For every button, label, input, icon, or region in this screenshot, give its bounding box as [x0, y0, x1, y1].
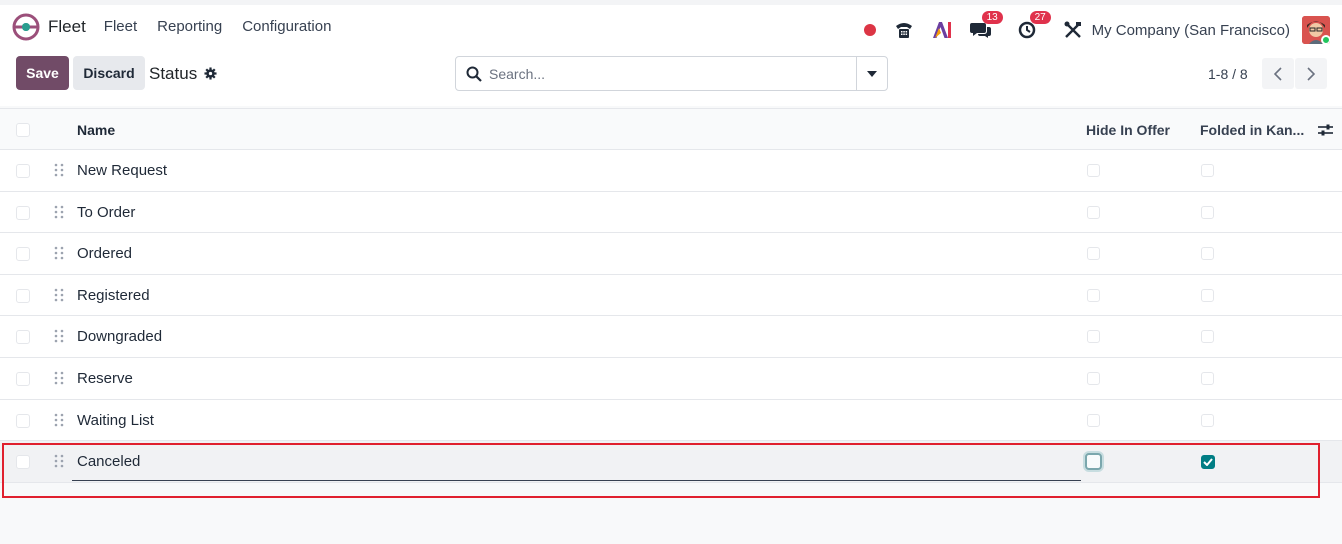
- save-button[interactable]: Save: [16, 56, 69, 90]
- search-options-toggle[interactable]: [856, 57, 887, 90]
- row-name[interactable]: Reserve: [77, 370, 133, 387]
- table-row[interactable]: New Request: [0, 150, 1342, 192]
- company-switcher[interactable]: My Company (San Francisco): [1092, 22, 1290, 39]
- menu-item-fleet[interactable]: Fleet: [104, 18, 137, 35]
- row-select-checkbox[interactable]: [16, 330, 30, 345]
- table-row[interactable]: Registered: [0, 274, 1342, 317]
- top-navbar: Fleet Fleet Reporting Configuration 13 2…: [0, 0, 1342, 48]
- tools-icon: [1064, 21, 1081, 38]
- app-name: Fleet: [48, 16, 86, 36]
- folded-in-kanban-checkbox[interactable]: [1201, 247, 1214, 261]
- row-select-checkbox[interactable]: [16, 371, 30, 386]
- menu-item-configuration[interactable]: Configuration: [242, 18, 331, 35]
- table-row[interactable]: Ordered: [0, 233, 1342, 275]
- row-select-checkbox[interactable]: [16, 288, 30, 303]
- messages-button[interactable]: 13: [969, 11, 1003, 39]
- clock-icon: [1018, 21, 1035, 39]
- hide-in-offer-checkbox[interactable]: [1087, 288, 1100, 302]
- chevron-right-icon: [1307, 66, 1315, 81]
- hide-in-offer-checkbox[interactable]: [1087, 371, 1100, 385]
- folded-in-kanban-checkbox[interactable]: [1201, 205, 1214, 219]
- row-name[interactable]: Canceled: [77, 453, 140, 470]
- hide-in-offer-checkbox[interactable]: [1087, 330, 1100, 344]
- row-name[interactable]: Downgraded: [77, 328, 162, 345]
- folded-in-kanban-checkbox[interactable]: [1201, 288, 1214, 302]
- debug-tools-button[interactable]: [1064, 21, 1082, 39]
- hide-in-offer-checkbox[interactable]: [1087, 164, 1100, 177]
- row-name[interactable]: Registered: [77, 287, 150, 304]
- activities-count-badge: 27: [1029, 11, 1051, 24]
- folded-in-kanban-checkbox[interactable]: [1201, 413, 1214, 427]
- ai-icon: [932, 22, 951, 38]
- phone-icon: [895, 23, 912, 38]
- folded-in-kanban-checkbox[interactable]: [1201, 164, 1214, 177]
- table-header: Name Hide In Offer Folded in Kan...: [0, 108, 1342, 150]
- drag-handle-icon[interactable]: [54, 205, 64, 219]
- table-row[interactable]: Reserve: [0, 357, 1342, 400]
- checkmark-icon: [1203, 458, 1213, 467]
- table-row[interactable]: Canceled: [0, 441, 1342, 483]
- row-name[interactable]: Ordered: [77, 245, 132, 262]
- online-status-dot: [1321, 35, 1330, 44]
- fleet-app-icon: [12, 13, 40, 40]
- menu-item-reporting[interactable]: Reporting: [157, 18, 222, 35]
- row-name[interactable]: To Order: [77, 204, 135, 221]
- chevron-left-icon: [1274, 66, 1282, 81]
- drag-handle-icon[interactable]: [54, 329, 64, 343]
- table-row[interactable]: To Order: [0, 191, 1342, 234]
- app-brand[interactable]: Fleet: [12, 13, 86, 41]
- column-header-hide-in-offer[interactable]: Hide In Offer: [1086, 122, 1170, 138]
- drag-handle-icon[interactable]: [54, 454, 64, 468]
- hide-in-offer-checkbox[interactable]: [1087, 413, 1100, 427]
- hide-in-offer-checkbox[interactable]: [1085, 453, 1102, 471]
- search-bar: [455, 56, 888, 91]
- row-name[interactable]: New Request: [77, 162, 167, 179]
- row-select-checkbox[interactable]: [16, 164, 30, 178]
- gear-icon[interactable]: [204, 67, 217, 80]
- folded-in-kanban-checkbox[interactable]: [1201, 371, 1214, 385]
- drag-handle-icon[interactable]: [54, 288, 64, 302]
- search-icon: [466, 66, 482, 82]
- pager-value[interactable]: 1-8 / 8: [1208, 66, 1248, 82]
- search-input[interactable]: [489, 63, 849, 85]
- drag-handle-icon[interactable]: [54, 163, 64, 177]
- table-body: New Request To Order Ordered Registered Down…: [0, 150, 1342, 483]
- pager-previous-button[interactable]: [1262, 58, 1294, 89]
- hide-in-offer-checkbox[interactable]: [1087, 247, 1100, 261]
- table-row[interactable]: Downgraded: [0, 316, 1342, 358]
- name-input-underline: [72, 480, 1081, 482]
- row-select-checkbox[interactable]: [16, 247, 30, 262]
- column-header-name[interactable]: Name: [77, 122, 115, 138]
- pager-next-button[interactable]: [1295, 58, 1327, 89]
- caret-down-icon: [867, 70, 877, 77]
- list-view: Name Hide In Offer Folded in Kan... New …: [0, 108, 1342, 483]
- select-all-checkbox[interactable]: [16, 123, 30, 137]
- activities-button[interactable]: 27: [1018, 11, 1051, 39]
- messages-count-badge: 13: [981, 11, 1003, 24]
- optional-columns-icon[interactable]: [1318, 123, 1333, 137]
- row-select-checkbox[interactable]: [16, 205, 30, 220]
- folded-in-kanban-checkbox[interactable]: [1201, 455, 1215, 470]
- ai-button[interactable]: [932, 21, 952, 39]
- recording-indicator[interactable]: [863, 24, 876, 36]
- column-header-folded[interactable]: Folded in Kan...: [1200, 122, 1304, 138]
- control-panel: Save Discard Status 1-8 / 8: [0, 48, 1342, 106]
- row-select-checkbox[interactable]: [16, 455, 30, 470]
- record-dot-icon: [863, 24, 876, 36]
- drag-handle-icon[interactable]: [54, 246, 64, 260]
- systray: 13 27 My Company (San Francisco): [846, 10, 1330, 50]
- folded-in-kanban-checkbox[interactable]: [1201, 330, 1214, 344]
- hide-in-offer-checkbox[interactable]: [1087, 205, 1100, 219]
- row-name[interactable]: Waiting List: [77, 412, 154, 429]
- drag-handle-icon[interactable]: [54, 371, 64, 385]
- discard-button[interactable]: Discard: [73, 56, 145, 90]
- table-row[interactable]: Waiting List: [0, 399, 1342, 442]
- row-select-checkbox[interactable]: [16, 413, 30, 428]
- user-avatar[interactable]: [1302, 16, 1330, 44]
- page-title: Status: [149, 64, 198, 83]
- main-menu: Fleet Reporting Configuration: [104, 18, 352, 35]
- phone-button[interactable]: [894, 21, 914, 39]
- drag-handle-icon[interactable]: [54, 413, 64, 427]
